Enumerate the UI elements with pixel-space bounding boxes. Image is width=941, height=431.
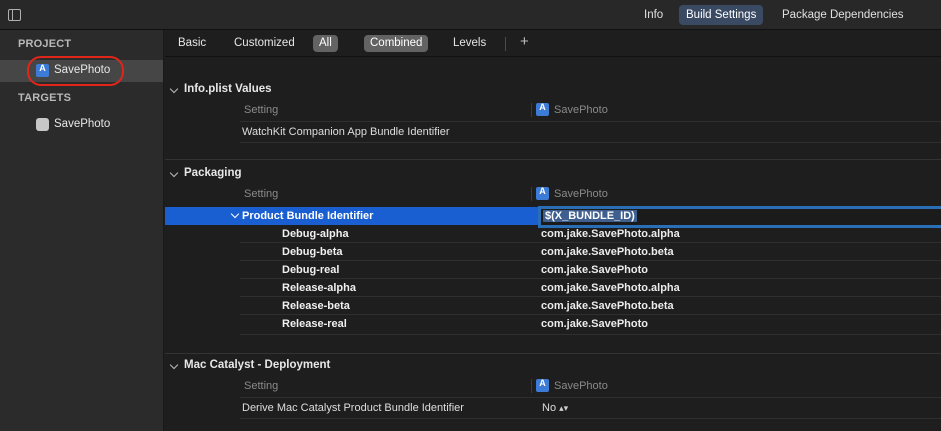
sidebar-item-target[interactable]: SavePhoto [0,114,163,136]
config-value[interactable]: com.jake.SavePhoto [541,318,648,330]
section-title-mac-catalyst: Mac Catalyst - Deployment [184,359,331,371]
section-divider [165,353,941,354]
filter-basic[interactable]: Basic [172,35,212,52]
config-value[interactable]: com.jake.SavePhoto.alpha [541,228,680,240]
xcode-project-icon [536,102,549,116]
build-settings-table: Info.plist Values Setting SavePhoto Watc… [165,58,941,431]
filter-bar: Basic Customized All Combined Levels + [165,30,941,57]
filter-combined[interactable]: Combined [364,35,429,52]
sidebar-toggle-icon[interactable] [8,9,21,21]
filter-levels[interactable]: Levels [447,35,492,52]
setting-watchkit-bundle-id[interactable]: WatchKit Companion App Bundle Identifier [242,126,450,138]
row-divider [240,334,941,335]
column-divider [531,379,532,393]
row-divider [240,314,941,315]
tab-build-settings[interactable]: Build Settings [679,5,764,25]
section-title-info-plist: Info.plist Values [184,83,272,95]
filter-divider [505,37,506,51]
config-value[interactable]: com.jake.SavePhoto.beta [541,246,674,258]
row-divider [240,260,941,261]
column-target: SavePhoto [554,380,608,392]
editor-selected-text[interactable]: $(X_BUNDLE_ID) [543,210,637,222]
config-name[interactable]: Debug-real [282,264,339,276]
annotation-highlight-ring [27,56,124,86]
navigator-sidebar: PROJECT SavePhoto TARGETS SavePhoto [0,30,164,431]
row-divider [240,121,941,122]
row-divider [240,296,941,297]
column-divider [531,103,532,117]
config-name[interactable]: Release-beta [282,300,350,312]
row-divider [240,278,941,279]
config-name[interactable]: Debug-beta [282,246,343,258]
column-target: SavePhoto [554,188,608,200]
column-setting: Setting [244,104,279,116]
xcode-project-icon [536,186,549,200]
updown-arrows-icon: ▴▾ [559,403,569,413]
setting-value-editor[interactable]: $(X_BUNDLE_ID) [538,206,941,228]
config-name[interactable]: Debug-alpha [282,228,349,240]
expand-chevron-icon[interactable] [231,211,239,219]
row-divider [240,242,941,243]
section-divider [165,159,941,160]
config-name[interactable]: Release-alpha [282,282,356,294]
config-value[interactable]: com.jake.SavePhoto [541,264,648,276]
config-value[interactable]: com.jake.SavePhoto.alpha [541,282,680,294]
sidebar-item-label: SavePhoto [54,118,111,130]
tab-package-dependencies[interactable]: Package Dependencies [775,5,910,25]
setting-value-popup[interactable]: No ▴▾ [542,402,568,414]
config-value[interactable]: com.jake.SavePhoto.beta [541,300,674,312]
column-setting: Setting [244,188,279,200]
row-divider [240,142,941,143]
xcode-project-icon [536,378,549,392]
disclosure-chevron-icon[interactable] [170,86,178,94]
filter-customized[interactable]: Customized [228,35,301,52]
column-divider [531,187,532,201]
column-setting: Setting [244,380,279,392]
setting-product-bundle-id[interactable]: Product Bundle Identifier [242,210,373,222]
disclosure-chevron-icon[interactable] [170,362,178,370]
targets-header: TARGETS [18,92,72,104]
setting-derive-catalyst-bundle-id[interactable]: Derive Mac Catalyst Product Bundle Ident… [242,402,464,414]
filter-all[interactable]: All [313,35,338,52]
row-divider [240,397,941,398]
project-header: PROJECT [18,38,72,50]
disclosure-chevron-icon[interactable] [170,170,178,178]
app-target-icon [36,118,49,131]
add-setting-icon[interactable]: + [520,33,529,50]
row-divider [240,418,941,419]
toolbar: Info Build Settings Package Dependencies [0,0,941,30]
section-title-packaging: Packaging [184,167,242,179]
popup-value: No [542,402,557,414]
column-target: SavePhoto [554,104,608,116]
tab-info[interactable]: Info [637,5,670,25]
config-name[interactable]: Release-real [282,318,347,330]
